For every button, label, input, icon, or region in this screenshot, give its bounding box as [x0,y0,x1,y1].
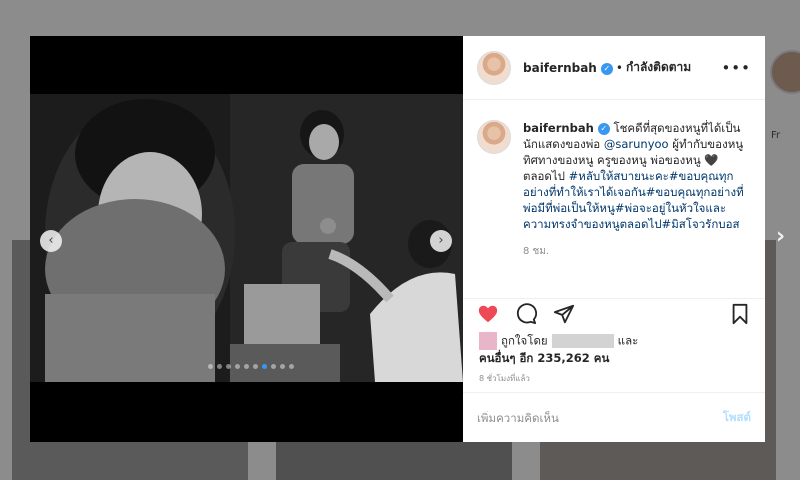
carousel-dot [208,364,213,369]
likes-summary: ถูกใจโดย และ คนอื่นๆ อีก 235,262 คน [479,332,638,366]
post-modal: ‹ › baifernbah ✓ • กำลังติดตาม ••• baifer [30,36,765,442]
post-media: ‹ › [30,36,463,442]
liked-by-label: ถูกใจโดย [501,333,548,348]
more-icon[interactable]: ••• [721,59,751,77]
post-header: baifernbah ✓ • กำลังติดตาม ••• [463,36,765,100]
carousel-indicator [208,364,294,369]
comment-icon[interactable] [515,302,537,325]
carousel-dot [280,364,285,369]
username-link[interactable]: baifernbah ✓ [523,61,613,75]
bookmark-icon[interactable] [729,303,751,325]
post-comment-button[interactable]: โพสต์ [723,409,751,427]
photo-image [30,94,463,382]
carousel-dot [289,364,294,369]
chevron-left-icon: ‹ [48,233,54,248]
following-button[interactable]: กำลังติดตาม [626,58,691,77]
post-photo [30,94,463,382]
liker-name-redacted[interactable] [551,334,614,348]
carousel-dot-active [262,364,267,369]
carousel-dot [217,364,222,369]
carousel-dot [244,364,249,369]
carousel-prev-button[interactable]: ‹ [40,230,62,252]
black-heart-icon: 🖤 [704,153,719,167]
caption: baifernbah ✓ โชคดีที่สุดของหนูที่ได้เป็นน… [523,120,749,282]
chevron-right-icon: › [438,233,444,248]
separator: • [615,60,623,75]
post-detail-panel: baifernbah ✓ • กำลังติดตาม ••• baifernbah… [463,36,765,442]
caption-text: ตลอดไป [523,169,565,183]
share-icon[interactable] [553,303,575,325]
carousel-dot [226,364,231,369]
heart-icon[interactable] [477,303,499,325]
caption-username[interactable]: baifernbah ✓ [523,121,610,135]
comment-input[interactable] [477,410,723,425]
mention-link[interactable]: @sarunyoo [604,137,669,151]
liker-avatar[interactable] [479,332,497,350]
background-story-avatar [770,50,800,94]
caption-time: 8 ชม. [523,246,550,257]
carousel-dot [271,364,276,369]
username-text: baifernbah [523,60,597,75]
post-timestamp: 8 ชั่วโมงที่แล้ว [479,374,530,383]
avatar[interactable] [477,50,511,85]
background-story-label: Fr [771,130,781,141]
verified-icon: ✓ [600,62,613,75]
carousel-dot [253,364,258,369]
liked-by-and: และ [617,333,639,348]
carousel-next-button[interactable]: › [430,230,452,252]
carousel-dot [235,364,240,369]
comment-box: โพสต์ [463,392,765,442]
avatar[interactable] [477,120,511,154]
chevron-right-icon[interactable]: › [776,226,785,248]
action-bar [463,298,765,328]
likes-others-button[interactable]: คนอื่นๆ อีก 235,262 คน [479,351,609,365]
caption-area: baifernbah ✓ โชคดีที่สุดของหนูที่ได้เป็นน… [463,100,765,282]
verified-icon: ✓ [597,123,610,135]
